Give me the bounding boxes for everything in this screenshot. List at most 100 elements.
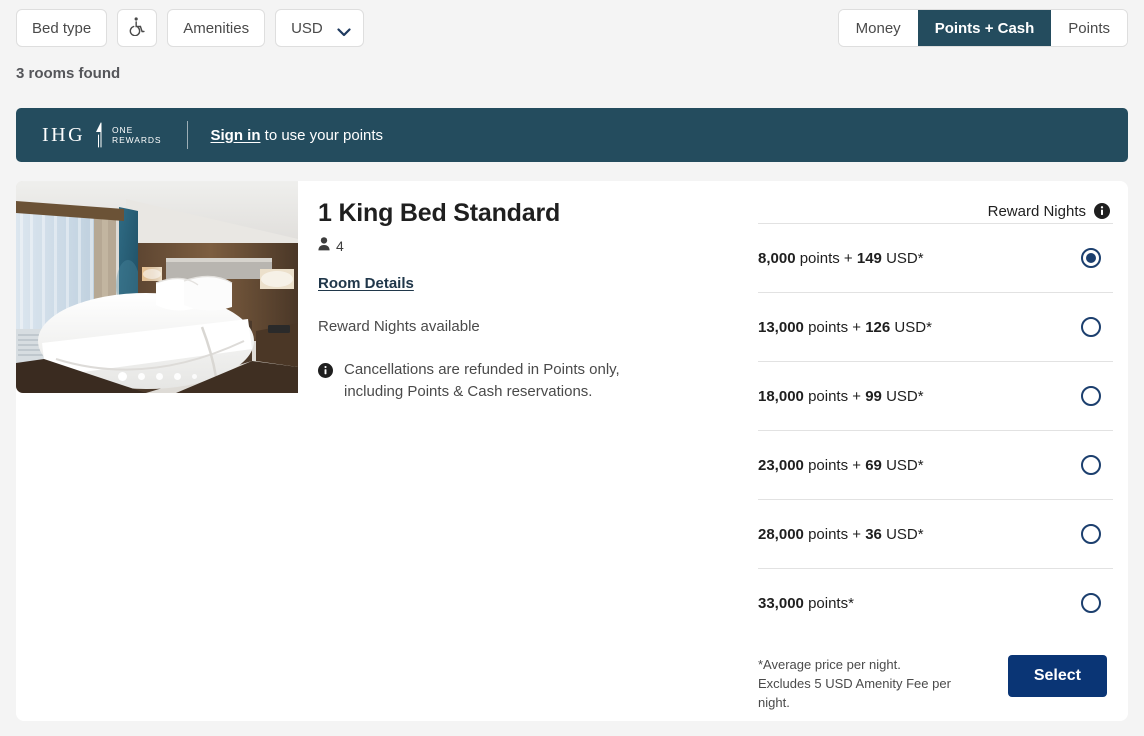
rate-option-label: 28,000 points + 36 USD* (758, 526, 924, 543)
rate-currency: USD* (886, 526, 924, 543)
rate-toggle-points[interactable]: Points (1051, 10, 1127, 46)
room-photo-image (16, 181, 298, 393)
rate-option-row[interactable]: 28,000 points + 36 USD* (758, 499, 1113, 568)
ihg-feather-icon (92, 122, 105, 148)
filter-amenities-button[interactable]: Amenities (167, 9, 265, 47)
rate-cash-value: 149 (857, 250, 882, 267)
pricing-header: Reward Nights (758, 199, 1113, 223)
pricing-footnote-line-2: Excludes 5 USD Amenity Fee per night. (758, 674, 963, 712)
ihg-sub-line-one: ONE (112, 125, 161, 135)
ihg-sub-line-rewards: REWARDS (112, 135, 161, 145)
rate-toggle-points-cash[interactable]: Points + Cash (918, 10, 1052, 46)
rate-radio-button[interactable] (1081, 593, 1101, 613)
rate-points-value: 23,000 (758, 457, 804, 474)
rate-radio-button[interactable] (1081, 248, 1101, 268)
ihg-one-rewards-logo: IHG ONE REWARDS (42, 122, 161, 148)
rate-points-word: points (808, 388, 848, 405)
pricing-header-label: Reward Nights (988, 203, 1086, 220)
pricing-footer: *Average price per night. Excludes 5 USD… (758, 655, 1113, 712)
currency-select-value: USD (291, 20, 323, 37)
ihg-one-rewards-sublabel: ONE REWARDS (112, 125, 161, 145)
room-title: 1 King Bed Standard (318, 199, 738, 228)
cancellation-note: Cancellations are refunded in Points onl… (318, 359, 678, 403)
person-icon (318, 237, 330, 254)
rate-points-value: 8,000 (758, 250, 796, 267)
chevron-down-icon (337, 24, 351, 33)
rate-radio-button[interactable] (1081, 455, 1101, 475)
sign-in-rest-text: to use your points (260, 127, 383, 144)
results-count-label: 3 rooms found (16, 65, 120, 82)
banner-signin-text: Sign in to use your points (210, 127, 383, 144)
carousel-dot-5[interactable] (192, 374, 197, 379)
room-occupancy: 4 (318, 237, 738, 254)
rate-option-row[interactable]: 18,000 points + 99 USD* (758, 361, 1113, 430)
pricing-footnote-line-1: *Average price per night. (758, 655, 963, 674)
rate-radio-button[interactable] (1081, 317, 1101, 337)
room-details-link[interactable]: Room Details (318, 275, 414, 292)
rate-plus-sign: + (852, 388, 861, 405)
rate-option-label: 18,000 points + 99 USD* (758, 388, 924, 405)
rate-option-row[interactable]: 33,000 points* (758, 568, 1113, 637)
rate-plus-sign: + (852, 526, 861, 543)
filter-accessibility-button[interactable] (117, 9, 157, 47)
rate-points-value: 33,000 (758, 595, 804, 612)
currency-select[interactable]: USD (275, 9, 364, 47)
rate-points-word: points (808, 319, 848, 336)
pricing-footnote: *Average price per night. Excludes 5 USD… (758, 655, 963, 712)
info-icon[interactable] (1094, 203, 1110, 219)
rate-cash-value: 99 (865, 388, 882, 405)
carousel-dot-4[interactable] (174, 373, 181, 380)
room-card: 1 King Bed Standard 4 Room Details Rewar… (16, 181, 1128, 721)
rate-option-row[interactable]: 13,000 points + 126 USD* (758, 292, 1113, 361)
ihg-rewards-signin-banner: IHG ONE REWARDS Sign in to use your poin… (16, 108, 1128, 162)
rate-points-word: points* (808, 595, 854, 612)
rate-option-row[interactable]: 8,000 points + 149 USD* (758, 223, 1113, 292)
rate-currency: USD* (894, 319, 932, 336)
rate-points-word: points (808, 457, 848, 474)
room-photo-carousel[interactable] (16, 181, 298, 393)
ihg-wordmark: IHG (42, 124, 85, 147)
filter-bed-type-button[interactable]: Bed type (16, 9, 107, 47)
rate-points-value: 18,000 (758, 388, 804, 405)
select-button[interactable]: Select (1008, 655, 1107, 697)
rate-type-toggle-group: Money Points + Cash Points (838, 9, 1128, 47)
rate-points-value: 13,000 (758, 319, 804, 336)
rate-toggle-money[interactable]: Money (839, 10, 918, 46)
rate-cash-value: 69 (865, 457, 882, 474)
rate-cash-value: 126 (865, 319, 890, 336)
pricing-column: Reward Nights 8,000 points + 149 USD* 13… (758, 199, 1113, 712)
rate-option-label: 8,000 points + 149 USD* (758, 250, 924, 267)
filter-amenities-label: Amenities (183, 20, 249, 37)
rate-points-word: points (800, 250, 840, 267)
sign-in-link[interactable]: Sign in (210, 127, 260, 144)
rate-currency: USD* (886, 250, 924, 267)
rate-points-word: points (808, 526, 848, 543)
rate-option-label: 33,000 points* (758, 595, 854, 612)
rate-plus-sign: + (852, 457, 861, 474)
carousel-dot-1[interactable] (118, 372, 127, 381)
rate-points-value: 28,000 (758, 526, 804, 543)
rate-currency: USD* (886, 388, 924, 405)
rate-currency: USD* (886, 457, 924, 474)
carousel-dot-2[interactable] (138, 373, 145, 380)
info-icon (318, 363, 333, 403)
rate-option-label: 23,000 points + 69 USD* (758, 457, 924, 474)
room-info-column: 1 King Bed Standard 4 Room Details Rewar… (318, 199, 738, 403)
filter-toolbar: Bed type Amenities USD (0, 0, 1144, 56)
carousel-dot-3[interactable] (156, 373, 163, 380)
banner-divider (187, 121, 188, 149)
reward-nights-available-text: Reward Nights available (318, 318, 738, 335)
wheelchair-icon (127, 16, 147, 40)
rate-cash-value: 36 (865, 526, 882, 543)
room-occupancy-value: 4 (336, 238, 344, 254)
filter-pill-group: Bed type Amenities USD (16, 9, 364, 47)
rate-radio-button[interactable] (1081, 524, 1101, 544)
rate-plus-sign: + (852, 319, 861, 336)
cancellation-note-text: Cancellations are refunded in Points onl… (344, 359, 678, 403)
rate-option-label: 13,000 points + 126 USD* (758, 319, 932, 336)
filter-bed-type-label: Bed type (32, 20, 91, 37)
rate-option-row[interactable]: 23,000 points + 69 USD* (758, 430, 1113, 499)
rate-plus-sign: + (844, 250, 853, 267)
rate-radio-button[interactable] (1081, 386, 1101, 406)
carousel-dot-group (16, 372, 298, 381)
